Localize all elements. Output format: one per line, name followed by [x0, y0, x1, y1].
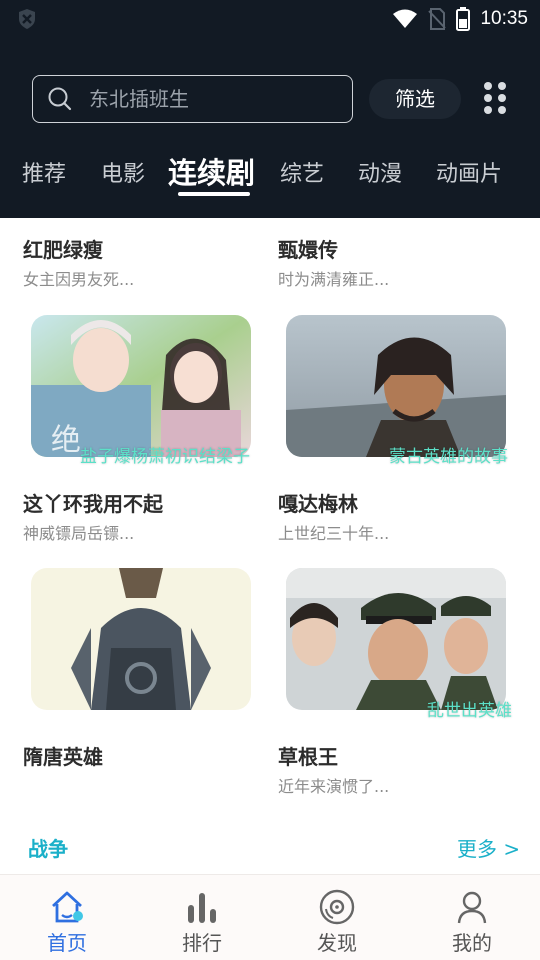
card-desc: 时为满清雍正... [278, 270, 390, 289]
card-desc: 上世纪三十年... [278, 524, 390, 543]
poster-image[interactable] [286, 315, 506, 457]
poster-image[interactable]: 绝 [31, 315, 251, 457]
battery-icon [456, 7, 471, 31]
card-desc: 近年来演惯了... [278, 777, 390, 796]
home-icon [52, 891, 83, 923]
filter-button[interactable]: 筛选 [369, 79, 461, 119]
nav-label: 发现 [317, 931, 357, 955]
card-title[interactable]: 隋唐英雄 [23, 741, 103, 770]
card-desc: 女主因男友死... [23, 270, 135, 289]
nav-ranking[interactable]: 排行 [162, 885, 242, 955]
tab-variety[interactable]: 综艺 [280, 156, 324, 188]
tab-movie[interactable]: 电影 [101, 156, 145, 188]
status-time: 10:35 [480, 8, 528, 29]
card-title[interactable]: 红肥绿瘦 [23, 234, 103, 263]
nav-home[interactable]: 首页 [27, 885, 107, 955]
tab-cartoon[interactable]: 动画片 [436, 156, 502, 188]
active-tab-indicator [178, 192, 250, 196]
card-title[interactable]: 这丫环我用不起 [23, 488, 163, 517]
header: 10:35 筛选 推荐 电影 连续剧 综艺 动漫 动画片 [0, 0, 540, 218]
user-icon [457, 891, 487, 924]
status-bar: 10:35 [0, 0, 540, 38]
poster-caption: 盐子爆杨萧初识结梁子 [80, 447, 250, 467]
poster-caption: 乱世出英雄 [427, 701, 512, 721]
more-link[interactable]: 更多 > [457, 833, 520, 862]
wifi-icon [393, 9, 418, 28]
nav-label: 排行 [182, 931, 222, 955]
nav-discover[interactable]: 发现 [297, 885, 377, 955]
svg-text:绝: 绝 [51, 423, 81, 457]
tab-recommend[interactable]: 推荐 [22, 156, 66, 188]
content-list: 红肥绿瘦 女主因男友死... 甄嬛传 时为满清雍正... 绝 盐子爆杨萧初识结梁… [0, 218, 540, 874]
search-input[interactable] [89, 82, 339, 116]
bottom-nav: 首页 排行 发现 我的 [0, 874, 540, 960]
nav-label: 首页 [47, 931, 87, 955]
card-title[interactable]: 草根王 [278, 741, 338, 770]
poster-image[interactable] [286, 568, 506, 710]
section-title: 战争 [28, 837, 68, 861]
search-icon [48, 87, 72, 111]
category-tabs: 推荐 电影 连续剧 综艺 动漫 动画片 [0, 148, 540, 204]
tab-series[interactable]: 连续剧 [168, 150, 255, 192]
nav-mine[interactable]: 我的 [432, 885, 512, 955]
poster-image[interactable] [31, 568, 251, 710]
card-desc: 神威镖局岳镖... [23, 524, 135, 543]
more-dots-icon[interactable] [482, 80, 510, 116]
card-title[interactable]: 嘎达梅林 [278, 488, 358, 517]
disc-icon [319, 889, 355, 925]
poster-caption: 蒙古英雄的故事 [389, 447, 508, 467]
nav-label: 我的 [452, 931, 492, 955]
no-sim-icon [428, 8, 447, 30]
shield-icon [19, 9, 35, 29]
bar-chart-icon [188, 893, 216, 923]
tab-anime[interactable]: 动漫 [358, 156, 402, 188]
card-title[interactable]: 甄嬛传 [278, 234, 338, 263]
search-box[interactable] [32, 75, 353, 123]
